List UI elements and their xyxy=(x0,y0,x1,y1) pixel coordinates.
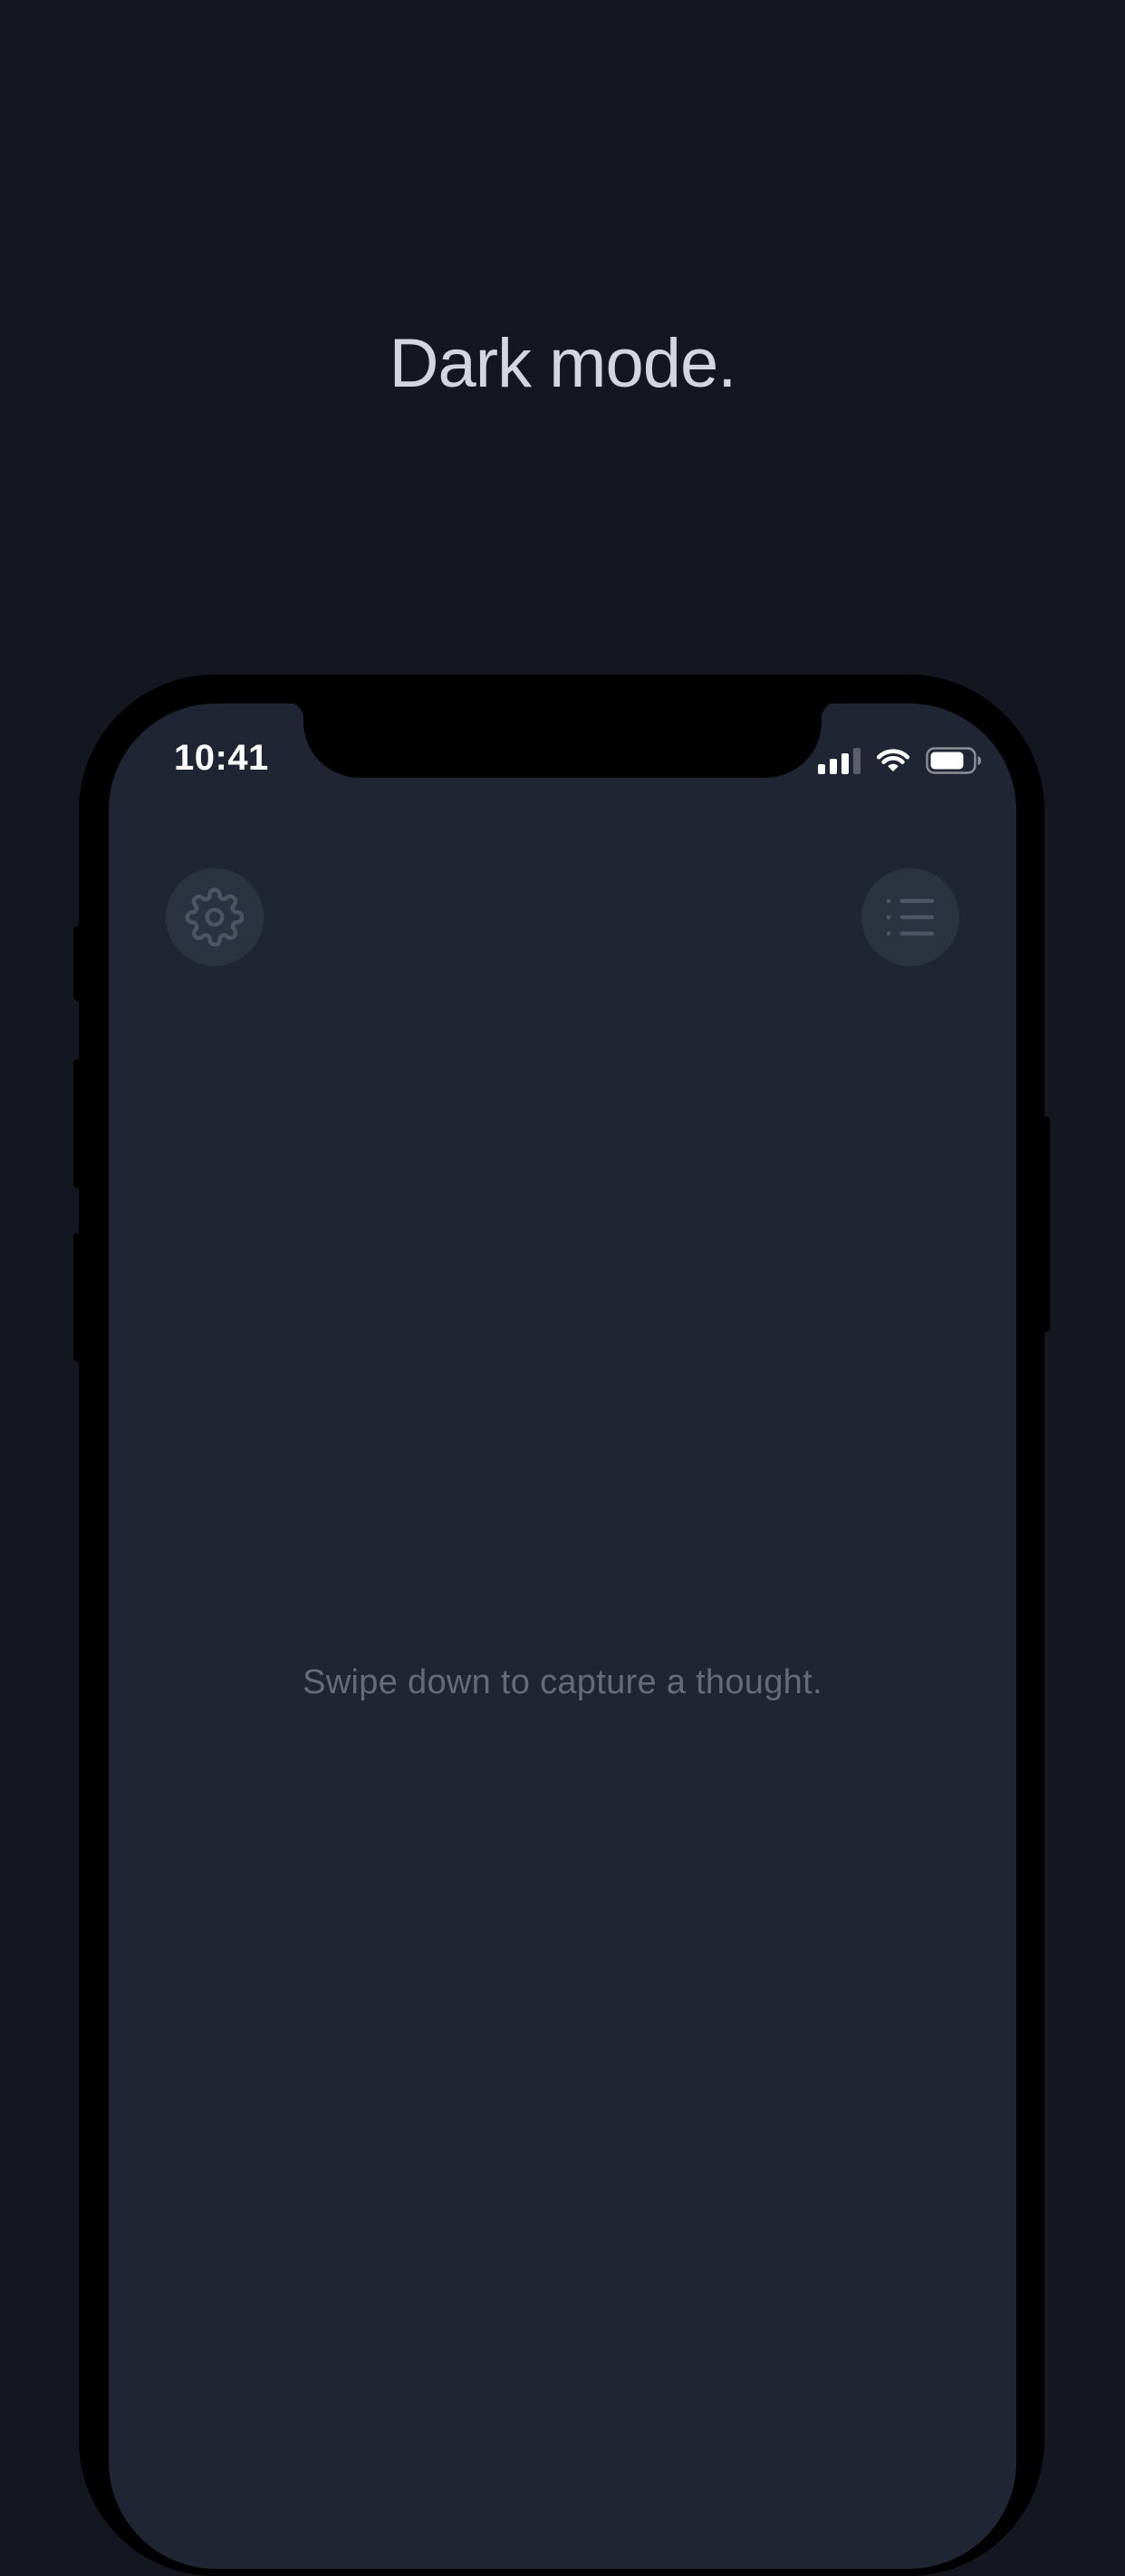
list-button[interactable] xyxy=(861,868,959,966)
volume-down-button xyxy=(73,1233,82,1362)
volume-up-button xyxy=(73,1059,82,1188)
power-button xyxy=(1041,1116,1050,1332)
list-icon xyxy=(886,898,935,936)
empty-state-hint: Swipe down to capture a thought. xyxy=(303,1663,822,1701)
phone-screen: 10:41 Swipe down to capture a thought. xyxy=(109,704,1016,2569)
battery-icon xyxy=(926,747,981,774)
gear-icon xyxy=(185,887,245,947)
signal-icon xyxy=(818,747,861,774)
status-icons xyxy=(818,743,982,774)
page-headline: Dark mode. xyxy=(389,325,737,402)
notch xyxy=(285,704,840,778)
mute-switch xyxy=(73,926,82,1001)
wifi-icon xyxy=(876,749,910,771)
settings-button[interactable] xyxy=(166,868,264,966)
status-time: 10:41 xyxy=(174,738,269,778)
